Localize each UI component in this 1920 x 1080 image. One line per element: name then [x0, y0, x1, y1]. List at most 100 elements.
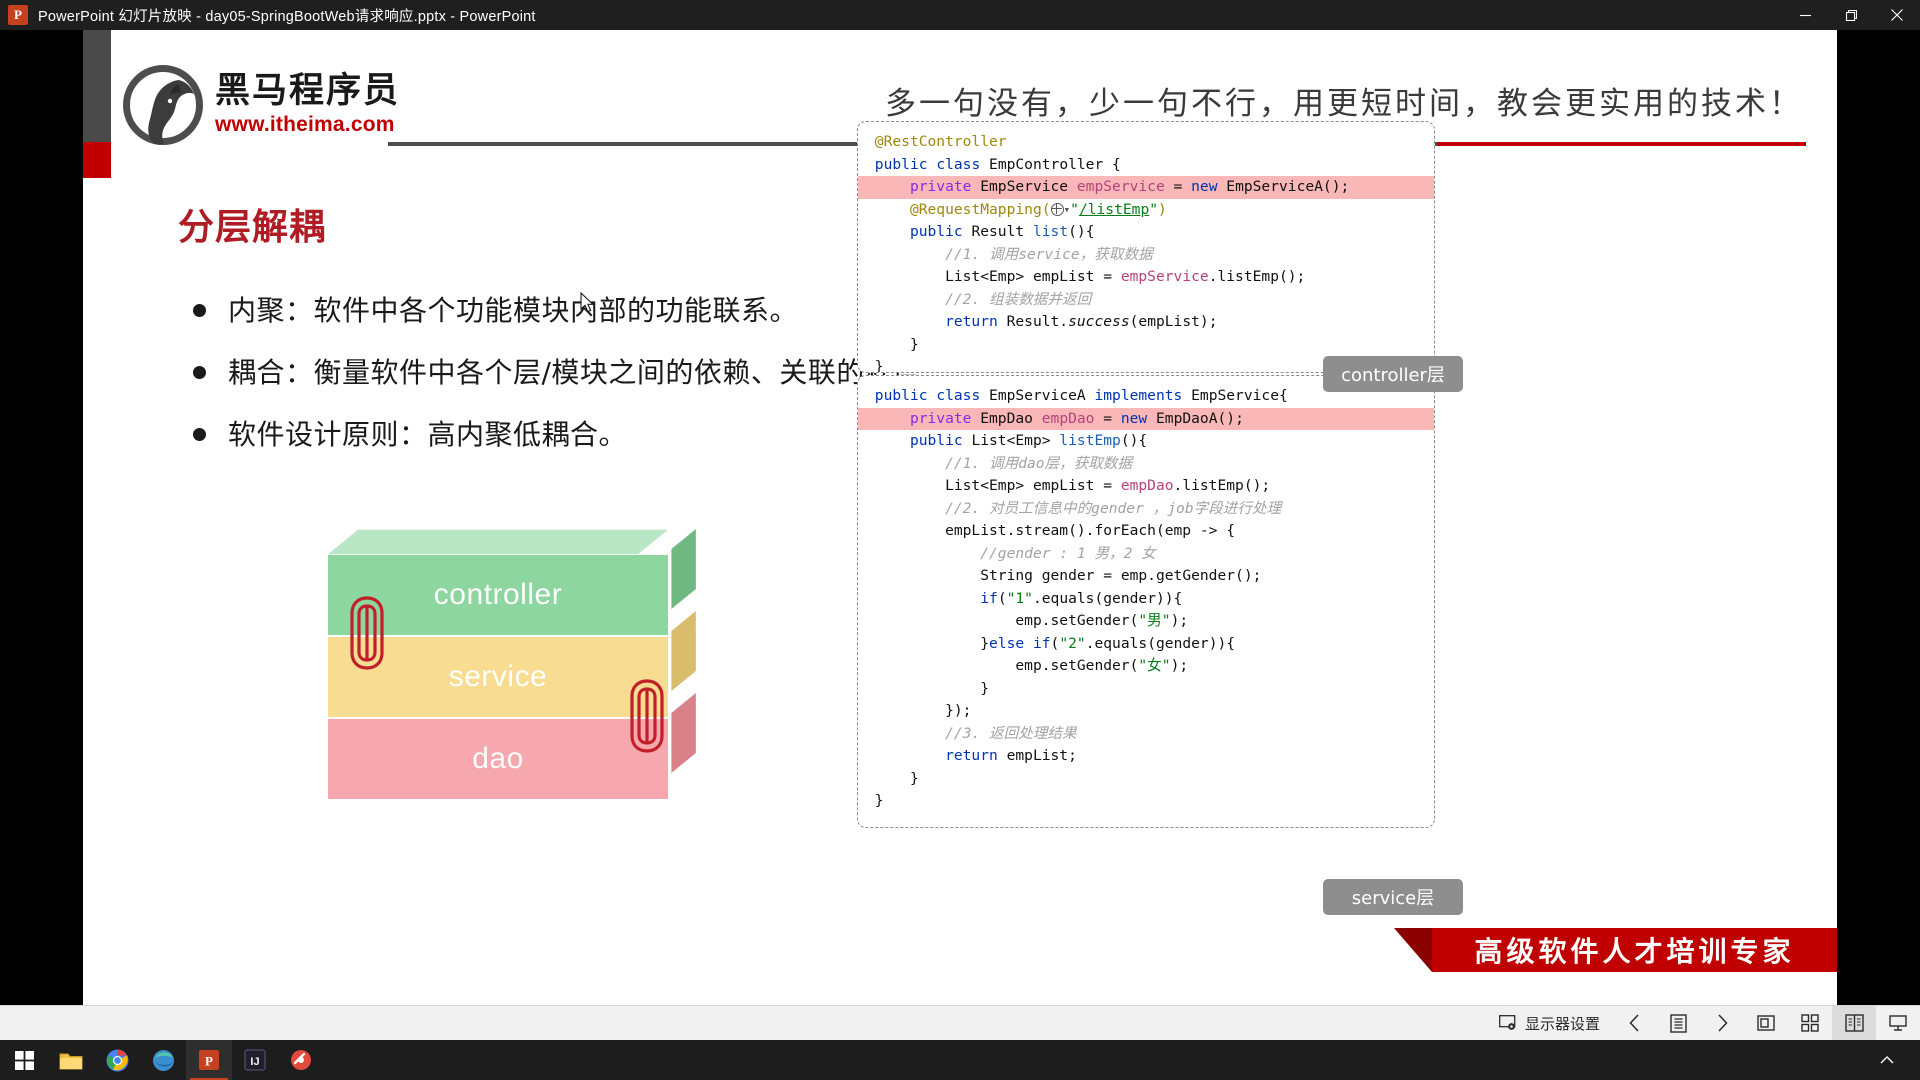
status-badge-controller: controller层: [1323, 356, 1463, 392]
code-line: //1. 调用service，获取数据: [945, 245, 1153, 263]
bullet-dot-icon: [193, 304, 206, 317]
layer-side-face: [671, 693, 696, 773]
grid-icon: [1801, 1014, 1819, 1032]
bullet-text: 软件设计原则：高内聚低耦合。: [228, 417, 628, 451]
layer-side-face: [671, 529, 696, 609]
taskbar-app-browser[interactable]: [278, 1040, 324, 1080]
chevron-left-icon: [1628, 1014, 1639, 1032]
code-line: public List<Emp> listEmp(){: [909, 432, 1148, 449]
layer-top-polygon: [328, 529, 668, 555]
bullet-text: 耦合：衡量软件中各个层/模块之间的依赖、关联的程度。: [228, 355, 951, 389]
logo-chinese-name: 黑马程序员: [215, 71, 401, 112]
code-line: //3. 返回处理结果: [945, 724, 1077, 742]
stack-layer-dao: dao: [328, 693, 696, 799]
code-line: //1. 调用dao层，获取数据: [945, 454, 1133, 472]
idea-icon: IJ: [244, 1049, 266, 1071]
code-line: return Result.success(empList);: [945, 313, 1218, 330]
chevron-up-icon: [1880, 1055, 1894, 1063]
code-line: }: [874, 792, 884, 809]
code-line: //2. 对员工信息中的gender ，job字段进行处理: [945, 499, 1282, 517]
book-zoom-icon: [1844, 1014, 1864, 1032]
windows-taskbar[interactable]: P IJ: [0, 1040, 1920, 1080]
svg-text:IJ: IJ: [250, 1056, 259, 1068]
taskbar-app-idea[interactable]: IJ: [232, 1040, 278, 1080]
close-button[interactable]: [1874, 0, 1920, 30]
code-block-controller: @RestController public class EmpControll…: [857, 121, 1435, 373]
slideshow-stage[interactable]: 黑马程序员 www.itheima.com 多一句没有，少一句不行，用更短时间，…: [0, 30, 1920, 1005]
code-line: @RestController: [874, 133, 1007, 150]
slideshow-options-button[interactable]: [1656, 1006, 1700, 1041]
code-line: public class EmpController {: [874, 155, 1121, 173]
code-line: public Result list(){: [909, 223, 1095, 240]
bullet-dot-icon: [193, 365, 206, 379]
display-settings-label: 显示器设置: [1524, 1014, 1600, 1033]
start-button[interactable]: [0, 1040, 48, 1080]
chevron-right-icon: [1717, 1014, 1728, 1032]
code-line: });: [945, 702, 972, 719]
horse-head-icon: [123, 65, 203, 145]
presenter-view-button[interactable]: [1876, 1006, 1920, 1041]
decor-red-bar: [83, 142, 111, 178]
taskbar-app-chrome[interactable]: [94, 1040, 140, 1080]
presenter-toolbar[interactable]: 显示器设置: [0, 1005, 1920, 1041]
powerpoint-icon: P: [8, 5, 28, 25]
layer-label: controller: [433, 578, 563, 611]
presenter-screen-icon: [1889, 1015, 1907, 1031]
code-line: }: [909, 769, 919, 787]
code-line: private EmpService empService = new EmpS…: [858, 176, 1434, 199]
edge-icon: [152, 1049, 174, 1071]
layer-label: dao: [472, 742, 524, 775]
slide-tagline: 多一句没有，少一句不行，用更短时间，教会更实用的技术！: [885, 86, 1803, 122]
zoom-into-slide-button[interactable]: [1832, 1005, 1876, 1041]
minimize-button[interactable]: [1782, 0, 1828, 30]
paperclip-icon-controller-service: [344, 590, 390, 676]
status-badge-service: service层: [1323, 879, 1463, 915]
taskbar-tray[interactable]: [1868, 1052, 1920, 1069]
layer-top-face: [328, 529, 668, 555]
globe-icon: [1050, 202, 1064, 216]
code-line: }: [980, 679, 990, 697]
slide-canvas[interactable]: 黑马程序员 www.itheima.com 多一句没有，少一句不行，用更短时间，…: [83, 30, 1837, 1005]
code-line: empList.stream().forEach(emp -> {: [945, 522, 1236, 539]
windows-logo-icon: [14, 1050, 34, 1070]
code-line: if("1".equals(gender)){: [980, 589, 1183, 607]
taskbar-app-edge[interactable]: [140, 1040, 186, 1080]
show-hidden-icons-button[interactable]: [1868, 1052, 1906, 1069]
brand-logo: 黑马程序员 www.itheima.com: [123, 65, 400, 145]
code-line: private EmpDao empDao = new EmpDaoA();: [858, 407, 1434, 430]
view-all-slides-button[interactable]: [1788, 1006, 1832, 1041]
code-line: List<Emp> empList = empDao.listEmp();: [945, 477, 1271, 494]
taskbar-app-powerpoint[interactable]: P: [186, 1040, 232, 1080]
page-title: 分层解耦: [178, 207, 327, 248]
badge-label: service层: [1351, 888, 1435, 909]
window-titlebar: P PowerPoint 幻灯片放映 - day05-SpringBootWeb…: [0, 0, 1920, 30]
footer-ribbon: 高级软件人才培训专家: [1432, 928, 1837, 972]
logo-url: www.itheima.com: [215, 112, 395, 136]
monitor-gear-icon: [1499, 1015, 1516, 1030]
code-line: emp.setGender("女");: [1015, 657, 1189, 674]
code-line: @RequestMapping(▾"/listEmp"): [858, 199, 1434, 222]
decor-gray-bar: [83, 30, 111, 142]
menu-list-icon: [1669, 1013, 1687, 1033]
next-slide-button[interactable]: [1700, 1006, 1744, 1041]
browser-icon: [291, 1050, 311, 1070]
taskbar-app-file-explorer[interactable]: [48, 1040, 94, 1080]
code-line: List<Emp> empList = empService.listEmp()…: [945, 268, 1306, 285]
code-line: String gender = emp.getGender();: [980, 567, 1262, 584]
chrome-icon: [106, 1049, 128, 1071]
pointer-options-button[interactable]: [1744, 1006, 1788, 1041]
display-settings-button[interactable]: 显示器设置: [1487, 1006, 1612, 1041]
window-title: PowerPoint 幻灯片放映 - day05-SpringBootWeb请求…: [38, 8, 536, 25]
paperclip-icon-service-dao: [624, 673, 670, 759]
badge-label: controller层: [1341, 365, 1445, 386]
layer-stack-diagram: controller service dao: [328, 529, 748, 855]
pen-pointer-icon: [1757, 1015, 1775, 1031]
layer-side-face: [671, 611, 696, 691]
code-line: }: [909, 335, 919, 353]
previous-slide-button[interactable]: [1612, 1006, 1656, 1041]
ribbon-notch: [1394, 928, 1432, 972]
file-explorer-icon: [59, 1053, 83, 1069]
restore-button[interactable]: [1828, 0, 1874, 30]
window-controls: [1782, 0, 1920, 30]
mouse-cursor: [580, 291, 596, 319]
